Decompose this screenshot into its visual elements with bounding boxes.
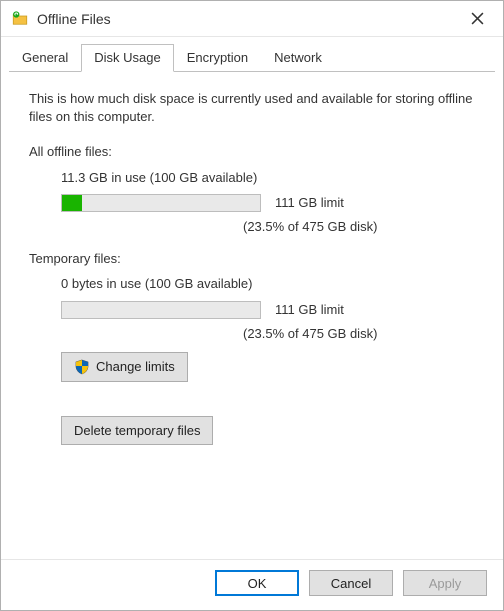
tab-disk-usage[interactable]: Disk Usage — [81, 44, 173, 72]
temp-progress-bar — [61, 301, 261, 319]
titlebar: Offline Files — [1, 1, 503, 37]
temp-usage-text: 0 bytes in use (100 GB available) — [61, 275, 475, 293]
cancel-button[interactable]: Cancel — [309, 570, 393, 596]
all-pct-text: (23.5% of 475 GB disk) — [243, 218, 475, 236]
all-limit-text: 111 GB limit — [275, 194, 344, 212]
tab-general[interactable]: General — [9, 44, 81, 71]
delete-temp-button[interactable]: Delete temporary files — [61, 416, 213, 446]
all-progress-fill — [62, 195, 82, 211]
temp-files-label: Temporary files: — [29, 250, 475, 268]
delete-temp-label: Delete temporary files — [74, 422, 200, 440]
all-usage-text: 11.3 GB in use (100 GB available) — [61, 169, 475, 187]
change-limits-label: Change limits — [96, 358, 175, 376]
folder-sync-icon — [11, 10, 29, 28]
tab-encryption[interactable]: Encryption — [174, 44, 261, 71]
temp-limit-text: 111 GB limit — [275, 301, 344, 319]
window-title: Offline Files — [37, 11, 457, 27]
close-button[interactable] — [457, 5, 497, 33]
ok-button[interactable]: OK — [215, 570, 299, 596]
apply-button: Apply — [403, 570, 487, 596]
tab-bar: General Disk Usage Encryption Network — [1, 37, 503, 71]
all-progress-bar — [61, 194, 261, 212]
change-limits-button[interactable]: Change limits — [61, 352, 188, 382]
all-offline-label: All offline files: — [29, 143, 475, 161]
uac-shield-icon — [74, 359, 90, 375]
offline-files-dialog: Offline Files General Disk Usage Encrypt… — [0, 0, 504, 611]
intro-text: This is how much disk space is currently… — [29, 90, 475, 125]
temp-pct-text: (23.5% of 475 GB disk) — [243, 325, 475, 343]
dialog-button-row: OK Cancel Apply — [1, 559, 503, 610]
tab-network[interactable]: Network — [261, 44, 335, 71]
tab-content: This is how much disk space is currently… — [1, 72, 503, 559]
